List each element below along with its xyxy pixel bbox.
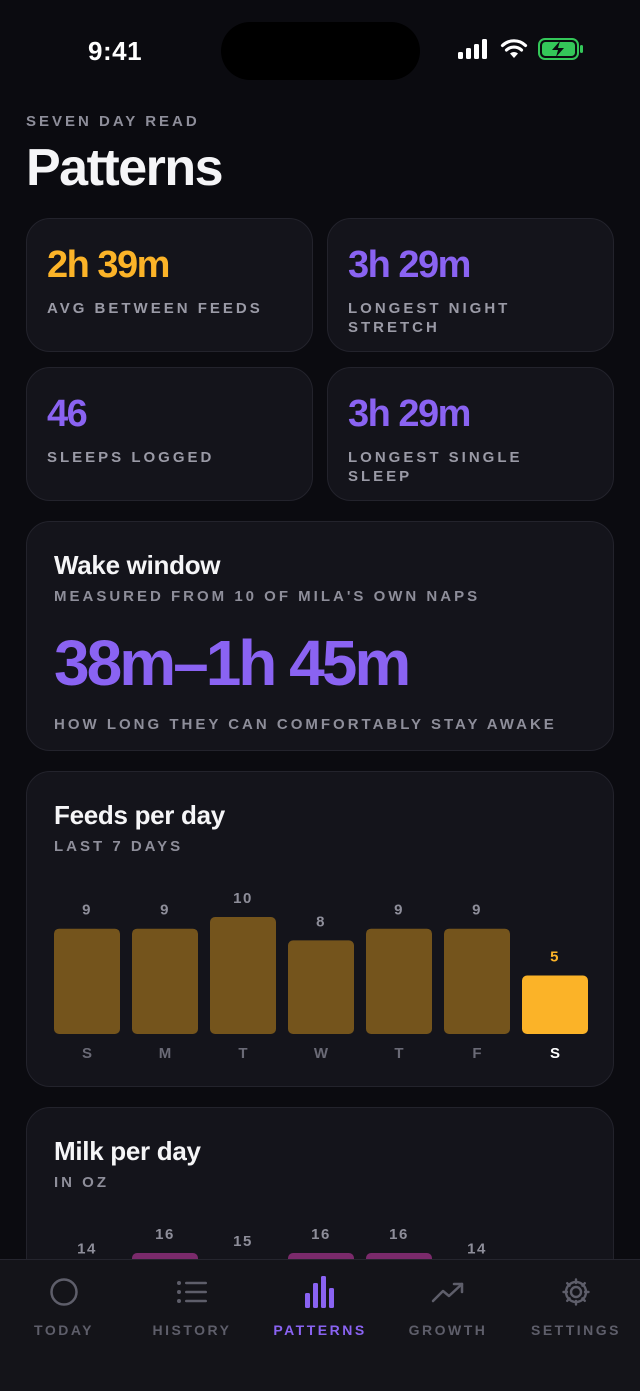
x-tick-label: F bbox=[472, 1045, 481, 1062]
wake-window-subtitle: MEASURED FROM 10 OF MILA'S OWN NAPS bbox=[54, 588, 481, 605]
stat-value: 3h 29m bbox=[348, 393, 471, 435]
tab-history[interactable]: HISTORY bbox=[128, 1260, 256, 1391]
tab-label: SETTINGS bbox=[530, 1322, 621, 1338]
tab-today[interactable]: TODAY bbox=[0, 1260, 128, 1391]
x-tick-label: W bbox=[314, 1045, 329, 1062]
x-tick-label: S bbox=[550, 1045, 560, 1062]
battery-charging-icon bbox=[538, 38, 583, 60]
bar-value-label: 9 bbox=[160, 902, 170, 919]
wake-window-caption: HOW LONG THEY CAN COMFORTABLY STAY AWAKE bbox=[54, 716, 557, 733]
wake-window-value: 38m–1h 45m bbox=[54, 627, 411, 699]
signal-icon bbox=[458, 39, 487, 59]
chart-bar bbox=[132, 928, 198, 1034]
dynamic-island bbox=[221, 22, 420, 80]
stat-card-longest-single-sleep: 3h 29m LONGEST SINGLE SLEEP bbox=[327, 367, 614, 501]
bar-value-label: 9 bbox=[394, 902, 404, 919]
bar-value-label: 14 bbox=[467, 1240, 487, 1257]
tab-settings[interactable]: SETTINGS bbox=[512, 1260, 640, 1391]
chart-bar bbox=[210, 917, 276, 1034]
status-icons bbox=[458, 38, 584, 60]
bar-value-label: 16 bbox=[389, 1226, 409, 1243]
stat-value: 46 bbox=[47, 393, 88, 435]
tab-patterns[interactable]: PATTERNS bbox=[256, 1260, 384, 1391]
stat-label: LONGEST NIGHT STRETCH bbox=[348, 300, 511, 336]
bar-value-label: 9 bbox=[472, 902, 482, 919]
page-title: Patterns bbox=[26, 139, 224, 197]
stat-card-avg-between-feeds: 2h 39m AVG BETWEEN FEEDS bbox=[26, 218, 313, 352]
bar-value-label: 9 bbox=[82, 902, 92, 919]
wifi-icon bbox=[500, 39, 528, 58]
circle-icon bbox=[44, 1274, 84, 1310]
trend-up-icon bbox=[428, 1274, 468, 1310]
stat-label: AVG BETWEEN FEEDS bbox=[47, 300, 263, 317]
stat-label: LONGEST SINGLE SLEEP bbox=[348, 449, 523, 485]
tab-label: PATTERNS bbox=[273, 1322, 367, 1338]
chart-bar bbox=[444, 928, 510, 1034]
x-tick-label: T bbox=[394, 1045, 403, 1062]
wake-window-card: Wake window MEASURED FROM 10 OF MILA'S O… bbox=[26, 521, 614, 751]
tab-bar: TODAY HISTORY PATTERNS GROWTH SETTINGS bbox=[0, 1259, 640, 1391]
tab-label: HISTORY bbox=[152, 1322, 232, 1338]
x-tick-label: T bbox=[238, 1045, 247, 1062]
list-icon bbox=[172, 1274, 212, 1310]
gear-icon bbox=[556, 1274, 596, 1310]
chart-bar bbox=[288, 940, 354, 1034]
stat-card-longest-night-stretch: 3h 29m LONGEST NIGHT STRETCH bbox=[327, 218, 614, 352]
page-eyebrow: SEVEN DAY READ bbox=[26, 113, 200, 130]
feeds-bar-chart: 9 9 10 8 9 9 5 S M T W T F S bbox=[54, 890, 588, 1062]
chart-bar bbox=[522, 975, 588, 1034]
tab-label: TODAY bbox=[34, 1322, 94, 1338]
bar-chart-icon bbox=[300, 1274, 340, 1310]
bar-value-label: 16 bbox=[311, 1226, 331, 1243]
wake-window-title: Wake window bbox=[54, 550, 221, 580]
bar-value-label: 5 bbox=[550, 949, 560, 966]
bar-value-label: 16 bbox=[155, 1226, 175, 1243]
chart-bar bbox=[366, 928, 432, 1034]
bar-value-label: 15 bbox=[233, 1233, 253, 1250]
tab-growth[interactable]: GROWTH bbox=[384, 1260, 512, 1391]
chart-bar bbox=[54, 928, 120, 1034]
stat-value: 3h 29m bbox=[348, 244, 471, 286]
stat-card-sleeps-logged: 46 SLEEPS LOGGED bbox=[26, 367, 313, 501]
feeds-per-day-card: Feeds per day LAST 7 DAYS 9 9 10 8 9 9 5 S M T W T F… bbox=[26, 771, 614, 1087]
stat-label: SLEEPS LOGGED bbox=[47, 449, 215, 466]
x-tick-label: S bbox=[82, 1045, 92, 1062]
status-bar: 9:41 bbox=[0, 0, 640, 100]
tab-label: GROWTH bbox=[408, 1322, 488, 1338]
stat-value: 2h 39m bbox=[47, 244, 170, 286]
bar-value-label: 8 bbox=[316, 913, 326, 930]
status-time: 9:41 bbox=[88, 36, 143, 66]
bar-value-label: 10 bbox=[233, 890, 253, 907]
x-tick-label: M bbox=[159, 1045, 172, 1062]
bar-value-label: 14 bbox=[77, 1240, 97, 1257]
